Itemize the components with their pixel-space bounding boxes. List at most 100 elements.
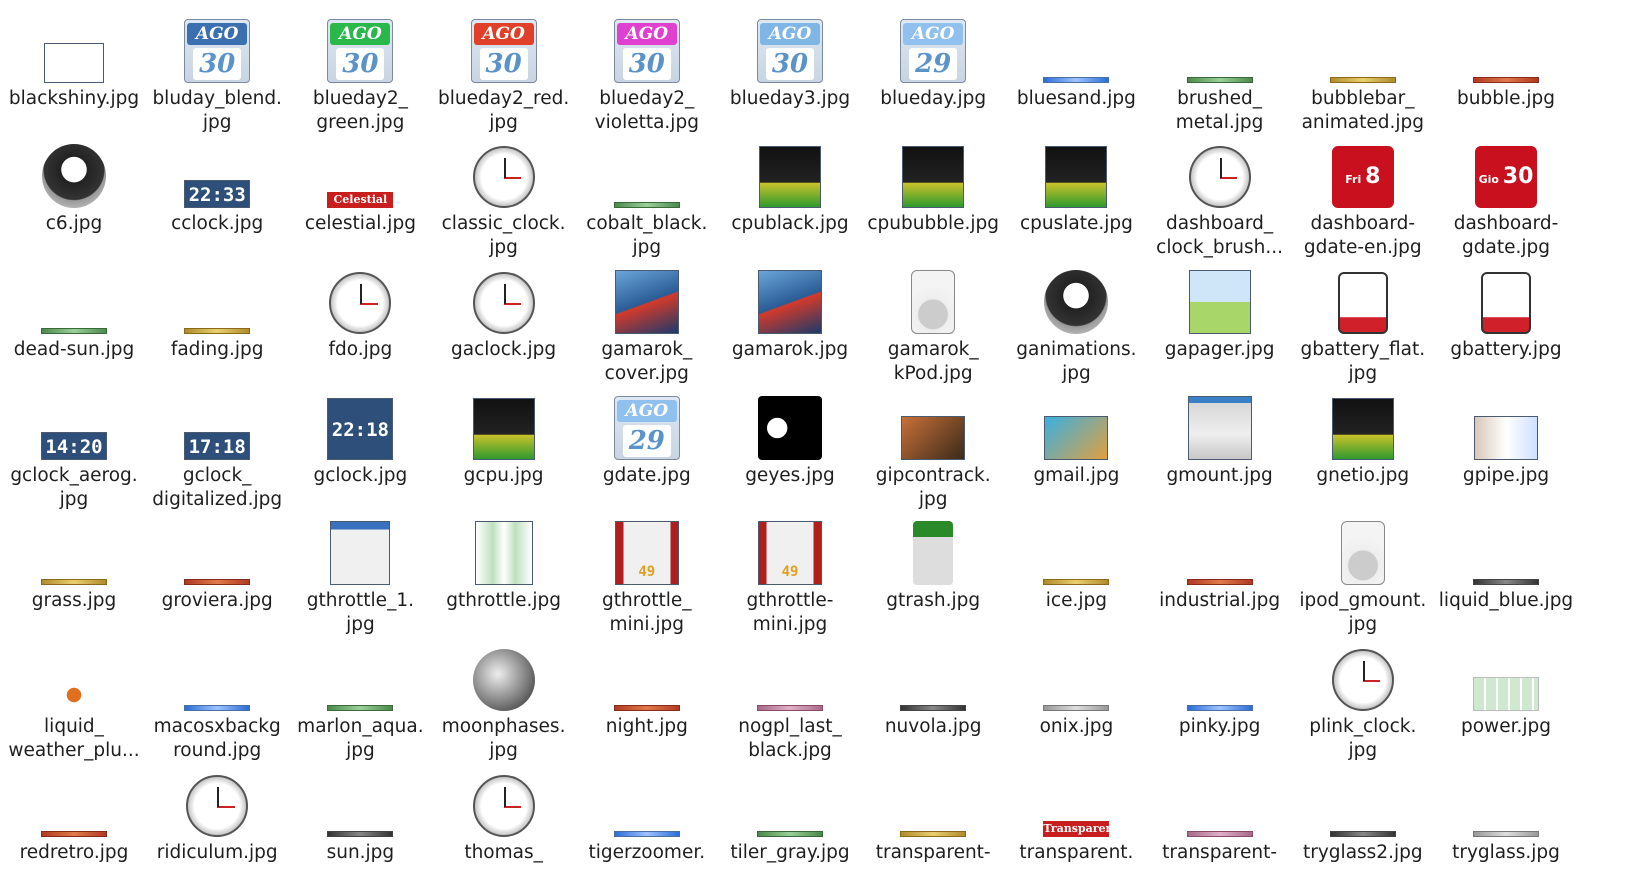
file-item[interactable]: 49 gthrottle_ mini.jpg — [572, 511, 722, 642]
file-item[interactable]: AGO 29 blueday.jpg — [858, 9, 1008, 140]
file-item[interactable]: gbattery.jpg — [1431, 260, 1581, 391]
file-item[interactable]: cpuslate.jpg — [1001, 134, 1151, 265]
file-item[interactable]: bluesand.jpg — [1001, 9, 1151, 140]
file-item[interactable]: night.jpg — [572, 637, 722, 768]
clock-thumbnail-icon — [1188, 146, 1251, 208]
file-thumbnail-area — [0, 637, 149, 711]
file-item[interactable]: AGO 30 blueday2_ green.jpg — [285, 9, 435, 140]
file-item[interactable]: moonphases. jpg — [429, 637, 579, 768]
file-item[interactable]: ridiculum.jpg — [142, 763, 292, 894]
file-item[interactable]: ganimations. jpg — [1001, 260, 1151, 391]
file-item[interactable]: AGO 30 bluday_blend. jpg — [142, 9, 292, 140]
file-item[interactable]: tigerzoomer. — [572, 763, 722, 894]
file-item[interactable]: geyes.jpg — [715, 386, 865, 517]
strip-thumbnail-icon — [41, 579, 107, 585]
file-item[interactable]: c6.jpg — [0, 134, 149, 265]
file-name-label: gnetio.jpg — [1284, 464, 1442, 488]
file-thumbnail-area: Transparent — [1001, 763, 1151, 837]
file-item[interactable]: macosxbackg round.jpg — [142, 637, 292, 768]
strip-thumbnail-icon — [1186, 579, 1253, 585]
file-item[interactable]: gamarok.jpg — [715, 260, 865, 391]
file-item[interactable]: gapager.jpg — [1145, 260, 1295, 391]
file-name-line: gclock_aerog. — [10, 465, 138, 486]
file-item[interactable]: dashboard_ clock_brush... — [1145, 134, 1295, 265]
file-item[interactable]: Celestial celestial.jpg — [285, 134, 435, 265]
file-item[interactable]: nuvola.jpg — [858, 637, 1008, 768]
file-thumbnail-area — [1145, 9, 1295, 83]
file-name-label: brushed_ metal.jpg — [1141, 87, 1299, 135]
file-name-line: celestial.jpg — [304, 213, 416, 234]
file-item[interactable]: cpublack.jpg — [715, 134, 865, 265]
file-name-line: jpg — [632, 237, 662, 258]
file-item[interactable]: gthrottle_1. jpg — [285, 511, 435, 642]
file-item[interactable]: grass.jpg — [0, 511, 149, 642]
file-item[interactable]: onix.jpg — [1001, 637, 1151, 768]
clock-thumbnail-icon — [472, 775, 535, 837]
file-item[interactable]: cobalt_black. jpg — [572, 134, 722, 265]
date-card-thumbnail-icon: Gio 30 GIU — [1475, 146, 1537, 208]
file-item[interactable]: fading.jpg — [142, 260, 292, 391]
file-item[interactable]: nogpl_last_ black.jpg — [715, 637, 865, 768]
file-thumbnail-area — [858, 260, 1008, 334]
file-item[interactable]: 14:20 gclock_aerog. jpg — [0, 386, 149, 517]
file-item[interactable]: AGO 29 gdate.jpg — [572, 386, 722, 517]
file-item[interactable]: thomas_ — [429, 763, 579, 894]
file-name-line: brushed_ — [1177, 88, 1262, 109]
file-item[interactable]: AGO 30 blueday2_ violetta.jpg — [572, 9, 722, 140]
file-item[interactable]: tryglass2.jpg — [1288, 763, 1438, 894]
calendar-day-number: 30 — [193, 48, 242, 80]
file-item[interactable]: AGO 30 blueday3.jpg — [715, 9, 865, 140]
file-item[interactable]: gipcontrack. jpg — [858, 386, 1008, 517]
file-item[interactable]: 22:33 cclock.jpg — [142, 134, 292, 265]
file-item[interactable]: power.jpg — [1431, 637, 1581, 768]
file-item[interactable]: gaclock.jpg — [429, 260, 579, 391]
file-item[interactable]: gamarok_ cover.jpg — [572, 260, 722, 391]
file-item[interactable]: transparent- — [1145, 763, 1295, 894]
file-item[interactable]: tiler_gray.jpg — [715, 763, 865, 894]
file-item[interactable]: 17:18 gclock_ digitalized.jpg — [142, 386, 292, 517]
file-item[interactable]: brushed_ metal.jpg — [1145, 9, 1295, 140]
file-item[interactable]: 22:18 gclock.jpg — [285, 386, 435, 517]
file-item[interactable]: dead-sun.jpg — [0, 260, 149, 391]
file-item[interactable]: Fri 8 JULY dashboard-gdate-en.jpg — [1288, 134, 1438, 265]
file-name-label: gcpu.jpg — [425, 464, 583, 488]
file-item[interactable]: liquid_ weather_plu... — [0, 637, 149, 768]
file-item[interactable]: transparent- — [858, 763, 1008, 894]
file-item[interactable]: gmount.jpg — [1145, 386, 1295, 517]
file-item[interactable]: classic_clock. jpg — [429, 134, 579, 265]
file-item[interactable]: bubble.jpg — [1431, 9, 1581, 140]
cpu-graph-thumbnail-icon — [902, 146, 965, 208]
calendar-thumbnail-icon: AGO 30 — [757, 19, 823, 83]
file-item[interactable]: gcpu.jpg — [429, 386, 579, 517]
file-item[interactable]: pinky.jpg — [1145, 637, 1295, 768]
file-item[interactable]: bubblebar_ animated.jpg — [1288, 9, 1438, 140]
file-item[interactable]: gtrash.jpg — [858, 511, 1008, 642]
file-item[interactable]: marlon_aqua. jpg — [285, 637, 435, 768]
file-item[interactable]: plink_clock. jpg — [1288, 637, 1438, 768]
file-item[interactable]: ipod_gmount. jpg — [1288, 511, 1438, 642]
file-item[interactable]: liquid_blue.jpg — [1431, 511, 1581, 642]
file-item[interactable]: Gio 30 GIU dashboard-gdate.jpg — [1431, 134, 1581, 265]
file-item[interactable]: groviera.jpg — [142, 511, 292, 642]
file-item[interactable]: ice.jpg — [1001, 511, 1151, 642]
file-item[interactable]: gbattery_flat. jpg — [1288, 260, 1438, 391]
file-item[interactable]: gthrottle.jpg — [429, 511, 579, 642]
file-item[interactable]: gamarok_ kPod.jpg — [858, 260, 1008, 391]
file-name-line: tryglass.jpg — [1452, 842, 1560, 863]
strip-thumbnail-icon — [1186, 705, 1253, 711]
file-name-label: night.jpg — [568, 715, 726, 739]
file-item[interactable]: redretro.jpg — [0, 763, 149, 894]
file-item[interactable]: gnetio.jpg — [1288, 386, 1438, 517]
file-item[interactable]: gmail.jpg — [1001, 386, 1151, 517]
file-item[interactable]: 49 gthrottle-mini.jpg — [715, 511, 865, 642]
file-item[interactable]: gpipe.jpg — [1431, 386, 1581, 517]
file-item[interactable]: industrial.jpg — [1145, 511, 1295, 642]
file-item[interactable]: cpububble.jpg — [858, 134, 1008, 265]
file-item[interactable]: sun.jpg — [285, 763, 435, 894]
file-item[interactable]: AGO 30 blueday2_red. jpg — [429, 9, 579, 140]
file-item[interactable]: fdo.jpg — [285, 260, 435, 391]
strip-thumbnail-icon — [1186, 831, 1253, 837]
file-item[interactable]: tryglass.jpg — [1431, 763, 1581, 894]
file-item[interactable]: Transparent transparent. — [1001, 763, 1151, 894]
file-item[interactable]: blackshiny.jpg — [0, 9, 149, 140]
